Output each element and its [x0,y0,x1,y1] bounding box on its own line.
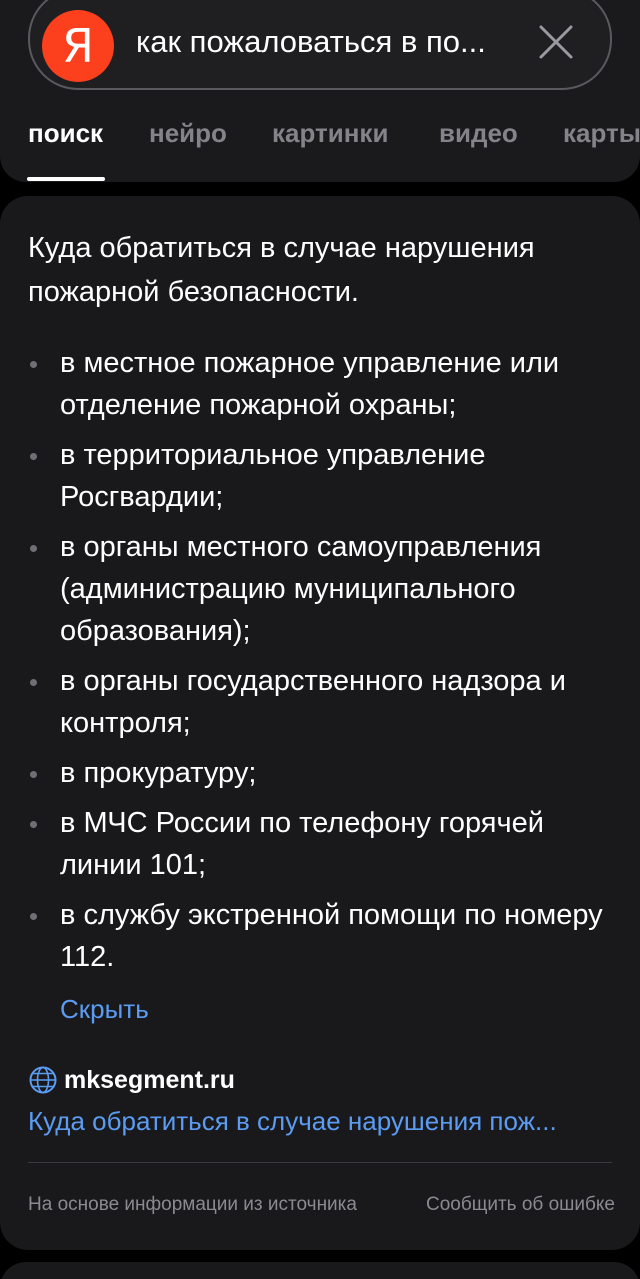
bullet-icon [30,545,37,552]
next-result-card [0,1262,640,1279]
bullet-icon [30,821,37,828]
close-icon[interactable] [536,22,576,62]
bullet-icon [30,913,37,920]
list-item: в местное пожарное управление или отделе… [28,342,618,426]
list-item: в территориальное управление Росгвардии; [28,434,618,518]
source[interactable]: mksegment.ru [28,1064,235,1096]
tab-video[interactable]: видео [439,118,518,149]
divider [28,1162,612,1163]
bullet-icon [30,771,37,778]
header: Я как пожаловаться в по... поиск нейро к… [0,0,640,182]
list-item: в службу экстренной помощи по номеру 112… [28,894,618,978]
list-item: в прокуратуру; [28,752,618,794]
tab-images[interactable]: картинки [272,118,388,149]
source-domain[interactable]: mksegment.ru [64,1066,235,1095]
active-tab-indicator [27,177,105,181]
list-item: в органы государственного надзора и конт… [28,660,618,744]
tab-neuro[interactable]: нейро [149,118,227,149]
globe-icon [29,1066,57,1094]
answer-card: Куда обратиться в случае нарушения пожар… [0,196,640,1250]
bullet-icon [30,453,37,460]
list-item: в МЧС России по телефону горячей линии 1… [28,802,618,886]
bullet-icon [30,679,37,686]
bullet-icon [30,361,37,368]
hide-button[interactable]: Скрыть [60,994,149,1025]
answer-title: Куда обратиться в случае нарушения пожар… [28,232,535,308]
search-bar[interactable]: Я как пожаловаться в по... [28,0,612,90]
tab-maps[interactable]: карты [563,118,640,149]
search-input[interactable]: как пожаловаться в по... [136,24,526,60]
source-link[interactable]: Куда обратиться в случае нарушения пож..… [28,1106,618,1137]
answer-list: в местное пожарное управление или отделе… [28,342,618,986]
yandex-logo[interactable]: Я [42,10,114,82]
tab-search[interactable]: поиск [28,118,103,149]
based-on-source-text: На основе информации из источника [28,1194,357,1215]
report-error-link[interactable]: Сообщить об ошибке [426,1194,638,1216]
list-item: в органы местного самоуправления (админи… [28,526,618,652]
